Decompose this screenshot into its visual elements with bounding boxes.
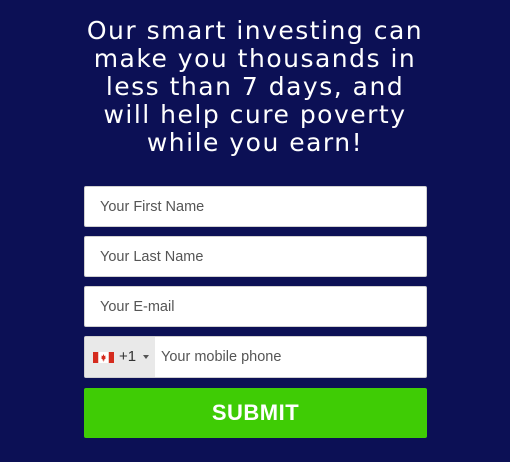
headline-line: will help cure poverty [103, 100, 407, 129]
canada-flag-icon [93, 352, 114, 363]
headline-line: less than 7 days, and [105, 72, 405, 101]
country-code-selector[interactable]: +1 [85, 337, 155, 377]
phone-field: +1 [84, 336, 427, 378]
headline-line: Our smart investing can [86, 16, 424, 45]
first-name-input[interactable] [84, 186, 427, 227]
email-input[interactable] [84, 286, 427, 327]
last-name-input[interactable] [84, 236, 427, 277]
dial-code: +1 [119, 348, 137, 365]
submit-button[interactable]: SUBMIT [84, 388, 427, 438]
mobile-phone-input[interactable] [155, 337, 426, 377]
headline-line: while you earn! [146, 128, 364, 157]
headline-line: make you thousands in [93, 44, 417, 73]
chevron-down-icon [143, 355, 149, 359]
headline: Our smart investing can make you thousan… [0, 17, 510, 157]
